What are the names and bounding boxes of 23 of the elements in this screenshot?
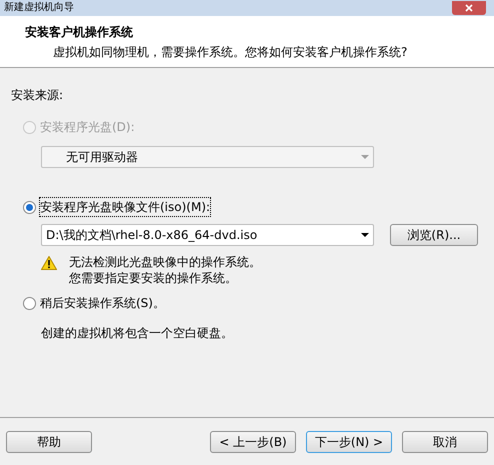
close-button[interactable] — [452, 1, 486, 15]
warning-icon — [41, 256, 57, 270]
browse-button[interactable]: 浏览(R)... — [390, 224, 478, 246]
header-title: 安装客户机操作系统 — [25, 24, 134, 40]
dropdown-arrow-icon — [361, 233, 369, 237]
radio-label: 稍后安装操作系统(S)。 — [40, 295, 165, 312]
dropdown-arrow-icon — [361, 155, 369, 159]
wizard-button[interactable]: < 上一步(B) — [210, 430, 296, 452]
option-note: 创建的虚拟机将包含一个空白硬盘。 — [40, 325, 234, 342]
wizard-button[interactable]: 帮助 — [6, 430, 92, 452]
radio-label: 安装程序光盘映像文件(iso)(M): — [40, 198, 210, 216]
window-title: 新建虚拟机向导 — [4, 3, 74, 13]
warning-text: 您需要指定要安装的操作系统。 — [69, 270, 238, 286]
radio-button[interactable] — [23, 296, 36, 310]
source-label: 安装来源: — [11, 87, 64, 104]
dropdown[interactable]: D:\我的文档\rhel-8.0-x86_64-dvd.iso — [41, 224, 374, 246]
radio-label: 安装程序光盘(D): — [40, 119, 135, 136]
wizard-button[interactable]: 取消 — [402, 430, 488, 452]
header-subtitle: 虚拟机如同物理机，需要操作系统。您将如何安装客户机操作系统? — [52, 44, 408, 60]
warning-text: 无法检测此光盘映像中的操作系统。 — [69, 254, 261, 270]
wizard-button[interactable]: 下一步(N) > — [306, 430, 392, 452]
close-icon — [465, 4, 473, 12]
radio-button[interactable] — [23, 200, 36, 214]
